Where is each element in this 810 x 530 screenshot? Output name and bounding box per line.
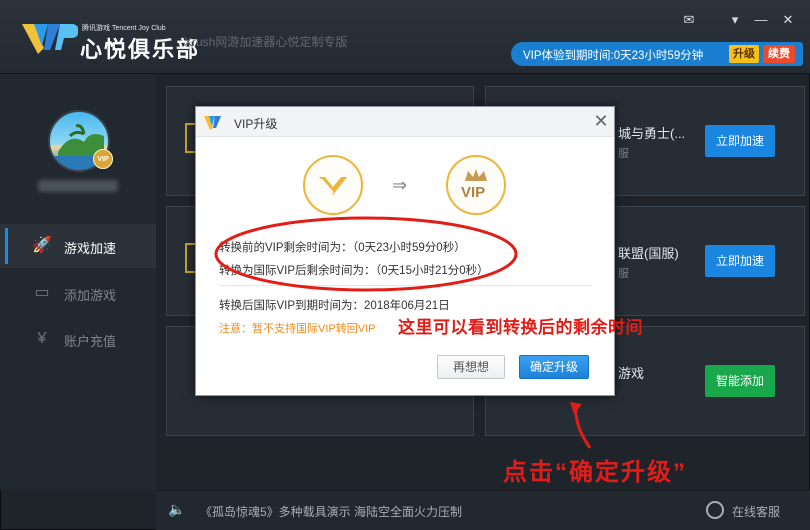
dialog-header: VIP升级 ✕ [196, 107, 614, 137]
game-frame-icon [185, 243, 195, 273]
game-title: 游戏 [618, 366, 645, 381]
remaining-time-before: 转换前的VIP剩余时间为：（0天23小时59分0秒） [219, 242, 466, 254]
annotation-remaining-time: 这里可以看到转换后的剩余时间 [398, 318, 643, 337]
expiry-date-after: 转换后国际VIP到期时间为：2018年06月21日 [219, 300, 450, 312]
game-title: 联盟(国服) [618, 246, 679, 261]
sidebar: VIP 🚀 游戏加速 ▭ 添加游戏 ¥ 账户充值 [0, 74, 156, 490]
vip-status-bar: VIP体验到期时间:0天23小时59分钟 升级 续费 [511, 42, 803, 66]
sidebar-item-recharge[interactable]: ¥ 账户充值 [0, 317, 156, 361]
vip-badge-icon: VIP [93, 149, 113, 169]
gamepad-icon: ▭ [34, 284, 50, 301]
sidebar-item-game-accelerate[interactable]: 🚀 游戏加速 [0, 224, 156, 268]
remaining-time-after: 转换为国际VIP后剩余时间为：（0天15小时21分0秒） [219, 265, 489, 277]
game-frame-icon [185, 123, 195, 153]
speaker-icon: 🔈 [168, 501, 186, 517]
game-server: 服 [618, 148, 629, 160]
sidebar-item-label: 添加游戏 [64, 288, 117, 303]
brand-name: 心悦俱乐部 [80, 37, 201, 62]
divider [219, 285, 591, 286]
username-blurred [38, 180, 118, 192]
vip-logo-icon [22, 24, 78, 54]
smart-add-button[interactable]: 智能添加 [705, 365, 775, 397]
sidebar-item-label: 账户充值 [64, 334, 117, 349]
yen-icon: ¥ [37, 330, 47, 347]
renew-button[interactable]: 续费 [763, 45, 795, 63]
vip-expiry-text: VIP体验到期时间:0天23小时59分钟 [523, 50, 704, 62]
title-bar: 腾讯游戏 Tencent Joy Club 心悦俱乐部 Xrush网游加速器心悦… [0, 0, 810, 74]
minimize-icon[interactable]: — [750, 10, 772, 30]
headset-icon [706, 501, 724, 519]
close-icon[interactable]: ✕ [590, 110, 612, 132]
vip-upgrade-dialog: VIP升级 ✕ ⇒ VIP 转换前的VIP剩余时间为：（0天23小时59分0秒）… [195, 106, 615, 396]
arrow-right-icon: ⇒ [392, 175, 408, 195]
reconsider-button[interactable]: 再想想 [437, 355, 505, 379]
vip-label: VIP [461, 184, 486, 201]
status-bar: 🔈 《孤岛惊魂5》多种载具演示 海陆空全面火力压制 在线客服 [156, 490, 810, 530]
mail-icon[interactable]: ✉ [678, 10, 700, 30]
game-server: 服 [618, 268, 629, 280]
sidebar-item-label: 游戏加速 [64, 241, 117, 256]
online-service-link[interactable]: 在线客服 [732, 503, 780, 520]
menu-icon[interactable]: ▾ [724, 10, 746, 30]
accelerate-button[interactable]: 立即加速 [705, 125, 775, 157]
sidebar-item-add-game[interactable]: ▭ 添加游戏 [0, 271, 156, 315]
upgrade-button[interactable]: 升级 [729, 45, 759, 63]
app-subtitle: Xrush网游加速器心悦定制专版 [184, 35, 348, 49]
close-icon[interactable]: ✕ [777, 10, 799, 30]
warning-note: 注意：暂不支持国际VIP转回VIP [219, 323, 376, 335]
accelerate-button[interactable]: 立即加速 [705, 245, 775, 277]
dialog-title: VIP升级 [234, 117, 278, 131]
vip-badge-icon [303, 155, 363, 215]
game-title: 城与勇士(... [618, 126, 686, 141]
rocket-icon: 🚀 [32, 237, 52, 254]
annotation-click-confirm: 点击“确定升级” [503, 459, 687, 486]
news-ticker[interactable]: 《孤岛惊魂5》多种载具演示 海陆空全面火力压制 [200, 503, 462, 520]
confirm-upgrade-button[interactable]: 确定升级 [519, 355, 589, 379]
international-vip-icon: VIP [446, 155, 506, 215]
vip-logo-icon [204, 116, 221, 130]
